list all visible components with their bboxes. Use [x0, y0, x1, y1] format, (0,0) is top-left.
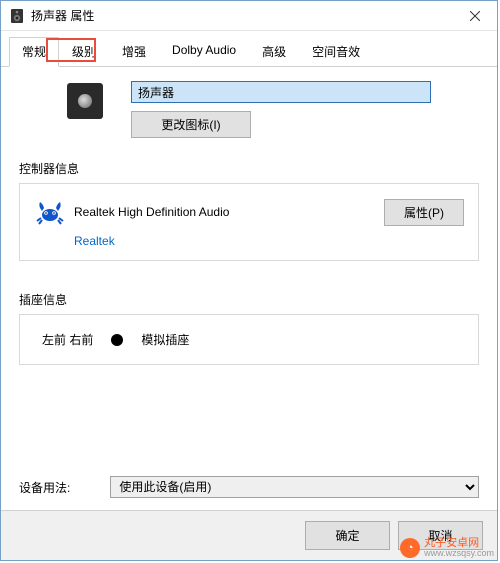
- tab-content-general: 更改图标(I) 控制器信息: [1, 67, 497, 510]
- cancel-button[interactable]: 取消: [398, 521, 483, 550]
- realtek-crab-icon: [34, 196, 66, 228]
- app-icon: [9, 8, 25, 24]
- device-usage-select[interactable]: 使用此设备(启用): [110, 476, 479, 498]
- tab-general[interactable]: 常规: [9, 37, 59, 67]
- jack-group: 左前 右前 模拟插座: [19, 314, 479, 365]
- tab-enhancements[interactable]: 增强: [109, 37, 159, 67]
- tab-strip: 常规 级别 增强 Dolby Audio 高级 空间音效: [1, 31, 497, 67]
- device-name-input[interactable]: [131, 81, 431, 103]
- close-icon: [470, 11, 480, 21]
- jack-type: 模拟插座: [141, 331, 189, 348]
- titlebar: 扬声器 属性: [1, 1, 497, 31]
- controller-group: Realtek High Definition Audio 属性(P) Real…: [19, 183, 479, 261]
- tab-levels[interactable]: 级别: [59, 37, 109, 67]
- close-button[interactable]: [452, 1, 497, 30]
- jack-group-label: 插座信息: [19, 291, 479, 308]
- controller-vendor: Realtek: [74, 234, 464, 248]
- jack-color-dot: [111, 334, 123, 346]
- tab-dolby[interactable]: Dolby Audio: [159, 37, 249, 67]
- tab-advanced[interactable]: 高级: [249, 37, 299, 67]
- dialog-footer: 确定 取消: [1, 510, 497, 560]
- ok-button[interactable]: 确定: [305, 521, 390, 550]
- controller-properties-button[interactable]: 属性(P): [384, 199, 464, 226]
- controller-name: Realtek High Definition Audio: [74, 205, 376, 219]
- usage-label: 设备用法:: [19, 479, 70, 496]
- controller-group-label: 控制器信息: [19, 160, 479, 177]
- speaker-icon: [67, 83, 103, 119]
- tab-spatial[interactable]: 空间音效: [299, 37, 373, 67]
- window-title: 扬声器 属性: [31, 7, 452, 24]
- jack-location: 左前 右前: [42, 331, 93, 348]
- change-icon-button[interactable]: 更改图标(I): [131, 111, 251, 138]
